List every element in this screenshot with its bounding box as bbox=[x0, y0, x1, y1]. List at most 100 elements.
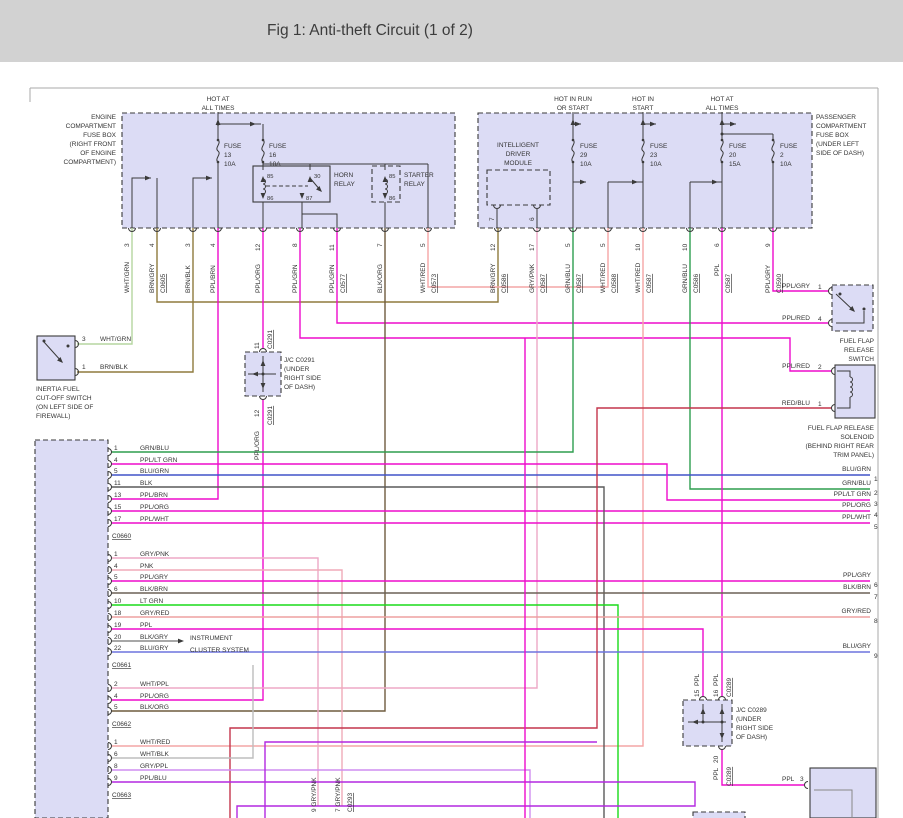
page: Fig 1: Anti-theft Circuit (1 of 2) ENGIN… bbox=[0, 0, 903, 818]
text-label: C0588 bbox=[611, 273, 618, 293]
wire-red-blu bbox=[230, 408, 832, 818]
text-label: C0661 bbox=[112, 662, 132, 669]
text-label: BLU/GRN bbox=[842, 466, 871, 473]
text-label: MODULE bbox=[504, 160, 532, 167]
text-label: PPL/GRY bbox=[782, 283, 811, 290]
text-label: SIDE OF DASH) bbox=[816, 150, 864, 157]
text-label: BRN/GRY bbox=[490, 263, 497, 293]
text-label: 19 bbox=[114, 622, 122, 629]
text-label: 5 bbox=[600, 243, 607, 247]
text-label: PPL/GRN bbox=[292, 264, 299, 293]
text-label: ALL TIMES bbox=[202, 105, 236, 112]
text-label: BRN/GRY bbox=[149, 263, 156, 293]
text-label: 8 bbox=[292, 243, 299, 247]
text-label: 12 bbox=[490, 243, 497, 251]
text-label: PPL/LT GRN bbox=[140, 457, 178, 464]
text-label: (ON LEFT SIDE OF bbox=[36, 404, 93, 411]
text-label: RELEASE bbox=[844, 347, 875, 354]
text-label: BLK/BRN bbox=[843, 584, 871, 591]
text-label: 20 bbox=[713, 755, 720, 763]
text-label: 6 bbox=[714, 243, 721, 247]
text-label: 1 bbox=[114, 739, 118, 746]
text-label: 86 bbox=[267, 196, 273, 202]
intelligent-driver-module-box bbox=[487, 170, 550, 205]
text-label: GRY/PNK bbox=[140, 551, 170, 558]
text-label: BLK/GRY bbox=[140, 634, 169, 641]
text-label: 20 bbox=[114, 634, 122, 641]
inertia-switch-box bbox=[37, 336, 75, 380]
text-label: BLU/GRY bbox=[843, 643, 872, 650]
text-label: HOT AT bbox=[207, 96, 230, 103]
text-label: ENGINE bbox=[91, 114, 117, 121]
text-label: (UNDER LEFT bbox=[816, 141, 859, 148]
text-label: TRIM PANEL) bbox=[833, 452, 874, 459]
text-label: WHT/GRN bbox=[124, 262, 131, 293]
text-label: BLK bbox=[140, 480, 153, 487]
text-label: 5 bbox=[874, 524, 878, 531]
text-label: BLK/ORG bbox=[140, 704, 169, 711]
text-label: 3 bbox=[82, 336, 86, 343]
text-label: INTELLIGENT bbox=[497, 142, 539, 149]
pin-arc bbox=[805, 782, 809, 789]
fuse-terminal bbox=[721, 139, 724, 142]
text-label: 9 bbox=[765, 243, 772, 247]
text-label: 22 bbox=[114, 645, 122, 652]
text-label: 2 bbox=[114, 681, 118, 688]
text-label: PPL/WHT bbox=[140, 516, 169, 523]
text-label: PPL/ORG bbox=[140, 504, 169, 511]
junction-dot bbox=[262, 373, 265, 376]
text-label: PPL bbox=[140, 622, 153, 629]
text-label: 17 bbox=[114, 516, 122, 523]
text-label: PPL bbox=[782, 776, 795, 783]
text-label: WHT/RED bbox=[635, 262, 642, 293]
text-label: 16 bbox=[269, 152, 277, 159]
text-label: INERTIA FUEL bbox=[36, 386, 80, 393]
text-label: C0605 bbox=[160, 273, 167, 293]
text-label: WHT/RED bbox=[600, 262, 607, 293]
wire-brn-gry bbox=[157, 228, 498, 302]
junction-dot bbox=[702, 721, 705, 724]
text-label: HOT AT bbox=[711, 96, 734, 103]
text-label: PPL/ORG bbox=[842, 502, 871, 509]
text-label: C0587 bbox=[725, 273, 732, 293]
text-label: 9 GRY/PNK bbox=[311, 777, 318, 812]
text-label: PPL/ORG bbox=[140, 693, 169, 700]
text-label: 15A bbox=[729, 161, 741, 168]
text-label: 10 bbox=[682, 243, 689, 251]
text-label: 4 bbox=[818, 316, 822, 323]
text-label: 4 bbox=[149, 243, 156, 247]
text-label: SWITCH bbox=[848, 356, 874, 363]
text-label: 11 bbox=[254, 342, 261, 349]
text-label: 8 bbox=[874, 618, 878, 625]
fuse-terminal bbox=[262, 161, 265, 164]
text-label: BRN/BLK bbox=[100, 364, 128, 371]
wiring-diagram: ENGINECOMPARTMENTFUSE BOX(RIGHT FRONTOF … bbox=[0, 62, 903, 818]
wire-ppl-lt-grn bbox=[111, 464, 870, 500]
text-label: BLK/BRN bbox=[140, 586, 168, 593]
text-label: C0291 bbox=[267, 405, 274, 425]
text-label: WHT/GRN bbox=[100, 336, 131, 343]
text-label: OF DASH) bbox=[736, 734, 767, 741]
text-label: J/C C0289 bbox=[736, 707, 767, 714]
text-label: 30 bbox=[314, 174, 320, 180]
text-label: STARTER bbox=[404, 172, 434, 179]
text-label: 10A bbox=[224, 161, 236, 168]
text-label: C0587 bbox=[540, 273, 547, 293]
text-label: 7 bbox=[489, 217, 496, 221]
junction-dot bbox=[721, 133, 724, 136]
text-label: SOLENOID bbox=[840, 434, 874, 441]
fuse-terminal bbox=[721, 161, 724, 164]
wire-ppl-org-b bbox=[111, 399, 263, 700]
text-label: 16 bbox=[713, 689, 720, 697]
text-label: CLUSTER SYSTEM bbox=[190, 647, 249, 654]
fuse-terminal bbox=[572, 139, 575, 142]
text-label: PPL/GRY bbox=[843, 572, 872, 579]
text-label: 2 bbox=[780, 152, 784, 159]
text-label: 23 bbox=[650, 152, 658, 159]
text-label: C0660 bbox=[112, 533, 132, 540]
junction-dot bbox=[721, 721, 724, 724]
text-label: OR START bbox=[557, 105, 589, 112]
text-label: FUEL FLAP RELEASE bbox=[808, 425, 875, 432]
text-label: 13 bbox=[114, 492, 122, 499]
text-label: 5 bbox=[114, 574, 118, 581]
